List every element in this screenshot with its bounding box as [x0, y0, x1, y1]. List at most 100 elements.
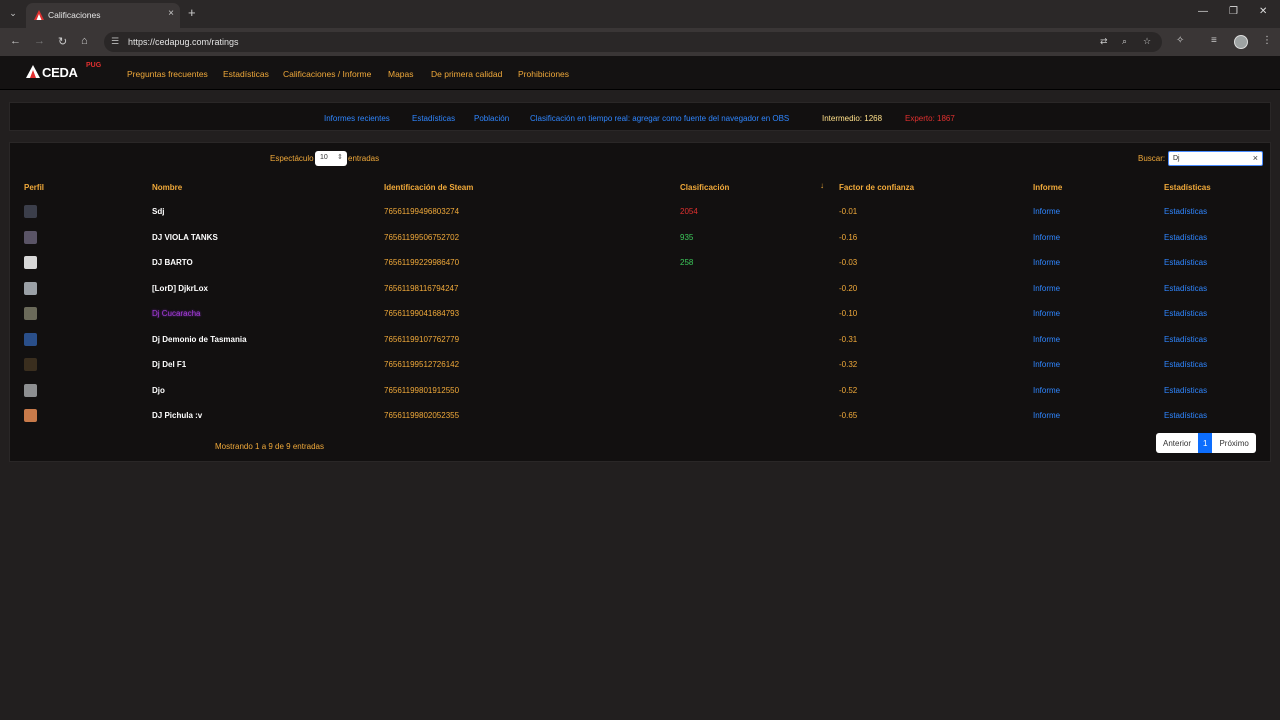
nav-statistics[interactable]: Estadísticas	[223, 69, 269, 79]
expert-threshold: Experto: 1867	[905, 114, 955, 123]
report-link[interactable]: Informe	[1033, 284, 1060, 293]
table-row: [LorD] DjkrLox 76561198116794247 -0.20 I…	[10, 278, 1270, 303]
header-steam-id[interactable]: Identificación de Steam	[384, 183, 473, 192]
table-row: Djo 76561199801912550 -0.52 Informe Esta…	[10, 380, 1270, 405]
report-link[interactable]: Informe	[1033, 207, 1060, 216]
table-row: Dj Del F1 76561199512726142 -0.32 Inform…	[10, 354, 1270, 379]
header-rating[interactable]: Clasificación	[680, 183, 729, 192]
browser-tab[interactable]: Calificaciones ×	[26, 3, 180, 28]
confidence-value: -0.10	[839, 309, 858, 318]
search-label: Buscar:	[1138, 154, 1166, 163]
player-name: Dj Demonio de Tasmania	[152, 335, 247, 344]
report-link[interactable]: Informe	[1033, 335, 1060, 344]
avatar[interactable]	[24, 282, 37, 295]
minimize-icon[interactable]: —	[1198, 6, 1208, 17]
site-info-icon[interactable]: ☰	[111, 36, 119, 47]
stats-link[interactable]: Estadísticas	[1164, 207, 1207, 216]
ratings-table-card: Espectáculo 10 ⇕ entradas Buscar: Dj × P…	[9, 142, 1271, 462]
rating-value: 258	[680, 258, 694, 267]
avatar[interactable]	[24, 409, 37, 422]
avatar[interactable]	[24, 256, 37, 269]
next-page-button[interactable]: Próximo	[1212, 433, 1256, 453]
nav-maps[interactable]: Mapas	[388, 69, 414, 79]
search-clear-icon[interactable]: ×	[1253, 153, 1258, 163]
rating-value: 2054	[680, 207, 698, 216]
back-icon[interactable]: ←	[10, 35, 21, 47]
report-link[interactable]: Informe	[1033, 309, 1060, 318]
steam-id: 76561199107762779	[384, 335, 460, 344]
window-close-icon[interactable]: ✕	[1259, 6, 1267, 17]
confidence-value: -0.20	[839, 284, 858, 293]
new-tab-icon[interactable]: +	[188, 5, 196, 20]
table-row: DJ VIOLA TANKS 76561199506752702 935 -0.…	[10, 227, 1270, 252]
avatar[interactable]	[24, 231, 37, 244]
maximize-icon[interactable]: ❐	[1229, 6, 1238, 17]
prev-page-button[interactable]: Anterior	[1156, 433, 1199, 453]
nav-premium[interactable]: De primera calidad	[431, 69, 502, 79]
avatar[interactable]	[24, 333, 37, 346]
stats-link[interactable]: Estadísticas	[1164, 284, 1207, 293]
profile-avatar[interactable]	[1234, 35, 1248, 49]
page-1-button[interactable]: 1	[1198, 433, 1213, 453]
stats-link[interactable]: Estadísticas	[1164, 360, 1207, 369]
confidence-value: -0.03	[839, 258, 858, 267]
report-link[interactable]: Informe	[1033, 411, 1060, 420]
avatar[interactable]	[24, 205, 37, 218]
stats-link[interactable]: Estadísticas	[1164, 258, 1207, 267]
tab-title: Calificaciones	[48, 10, 101, 20]
statistics-link[interactable]: Estadísticas	[412, 114, 455, 123]
extensions-icon[interactable]: ✧	[1176, 35, 1184, 46]
stats-link[interactable]: Estadísticas	[1164, 233, 1207, 242]
browser-menu-icon[interactable]: ⋮	[1262, 35, 1272, 46]
nav-ratings[interactable]: Calificaciones / Informe	[283, 69, 371, 79]
steam-id: 76561199512726142	[384, 360, 460, 369]
logo-text: CEDA	[42, 65, 78, 80]
stats-link[interactable]: Estadísticas	[1164, 309, 1207, 318]
nav-faq[interactable]: Preguntas frecuentes	[127, 69, 208, 79]
tab-close-icon[interactable]: ×	[168, 8, 174, 19]
player-name: Dj Cucaracha	[152, 309, 201, 318]
url-text[interactable]: https://cedapug.com/ratings	[128, 37, 239, 47]
report-link[interactable]: Informe	[1033, 386, 1060, 395]
header-name[interactable]: Nombre	[152, 183, 182, 192]
stats-link[interactable]: Estadísticas	[1164, 335, 1207, 344]
report-link[interactable]: Informe	[1033, 258, 1060, 267]
player-name: Djo	[152, 386, 165, 395]
avatar[interactable]	[24, 358, 37, 371]
population-link[interactable]: Población	[474, 114, 509, 123]
nav-bans[interactable]: Prohibiciones	[518, 69, 569, 79]
avatar[interactable]	[24, 307, 37, 320]
report-link[interactable]: Informe	[1033, 233, 1060, 242]
search-value: Dj	[1173, 155, 1180, 162]
header-report[interactable]: Informe	[1033, 183, 1062, 192]
report-link[interactable]: Informe	[1033, 360, 1060, 369]
avatar[interactable]	[24, 384, 37, 397]
cedapug-favicon-icon	[34, 10, 44, 20]
entries-select[interactable]: 10 ⇕	[315, 151, 347, 166]
table-info: Mostrando 1 a 9 de 9 entradas	[215, 442, 324, 451]
header-stats[interactable]: Estadísticas	[1164, 183, 1211, 192]
stats-link[interactable]: Estadísticas	[1164, 386, 1207, 395]
bookmark-star-icon[interactable]: ☆	[1143, 36, 1151, 47]
home-icon[interactable]: ⌂	[81, 35, 88, 47]
sort-desc-icon[interactable]: ↓	[820, 181, 824, 190]
search-input[interactable]: Dj ×	[1168, 151, 1263, 166]
confidence-value: -0.52	[839, 386, 858, 395]
logo-triangle-icon	[26, 65, 40, 78]
tab-search-icon[interactable]: ⌄	[4, 4, 22, 22]
obs-source-link[interactable]: Clasificación en tiempo real: agregar co…	[530, 114, 789, 123]
header-confidence[interactable]: Factor de confianza	[839, 183, 914, 192]
forward-icon[interactable]: →	[34, 35, 45, 47]
media-icon[interactable]: ≡	[1211, 35, 1217, 46]
stats-link[interactable]: Estadísticas	[1164, 411, 1207, 420]
steam-id: 76561199506752702	[384, 233, 460, 242]
table-row: Dj Demonio de Tasmania 76561199107762779…	[10, 329, 1270, 354]
header-profile[interactable]: Perfil	[24, 183, 44, 192]
reload-icon[interactable]: ↻	[58, 35, 67, 48]
recent-reports-link[interactable]: Informes recientes	[324, 114, 390, 123]
address-bar[interactable]: ☰ https://cedapug.com/ratings ⇄ ⌕ ☆	[104, 32, 1162, 52]
zoom-icon[interactable]: ⌕	[1122, 36, 1127, 47]
browser-tab-bar: ⌄ Calificaciones × + — ❐ ✕	[0, 0, 1280, 28]
browser-toolbar: ← → ↻ ⌂ ☰ https://cedapug.com/ratings ⇄ …	[0, 28, 1280, 56]
translate-icon[interactable]: ⇄	[1100, 36, 1108, 47]
